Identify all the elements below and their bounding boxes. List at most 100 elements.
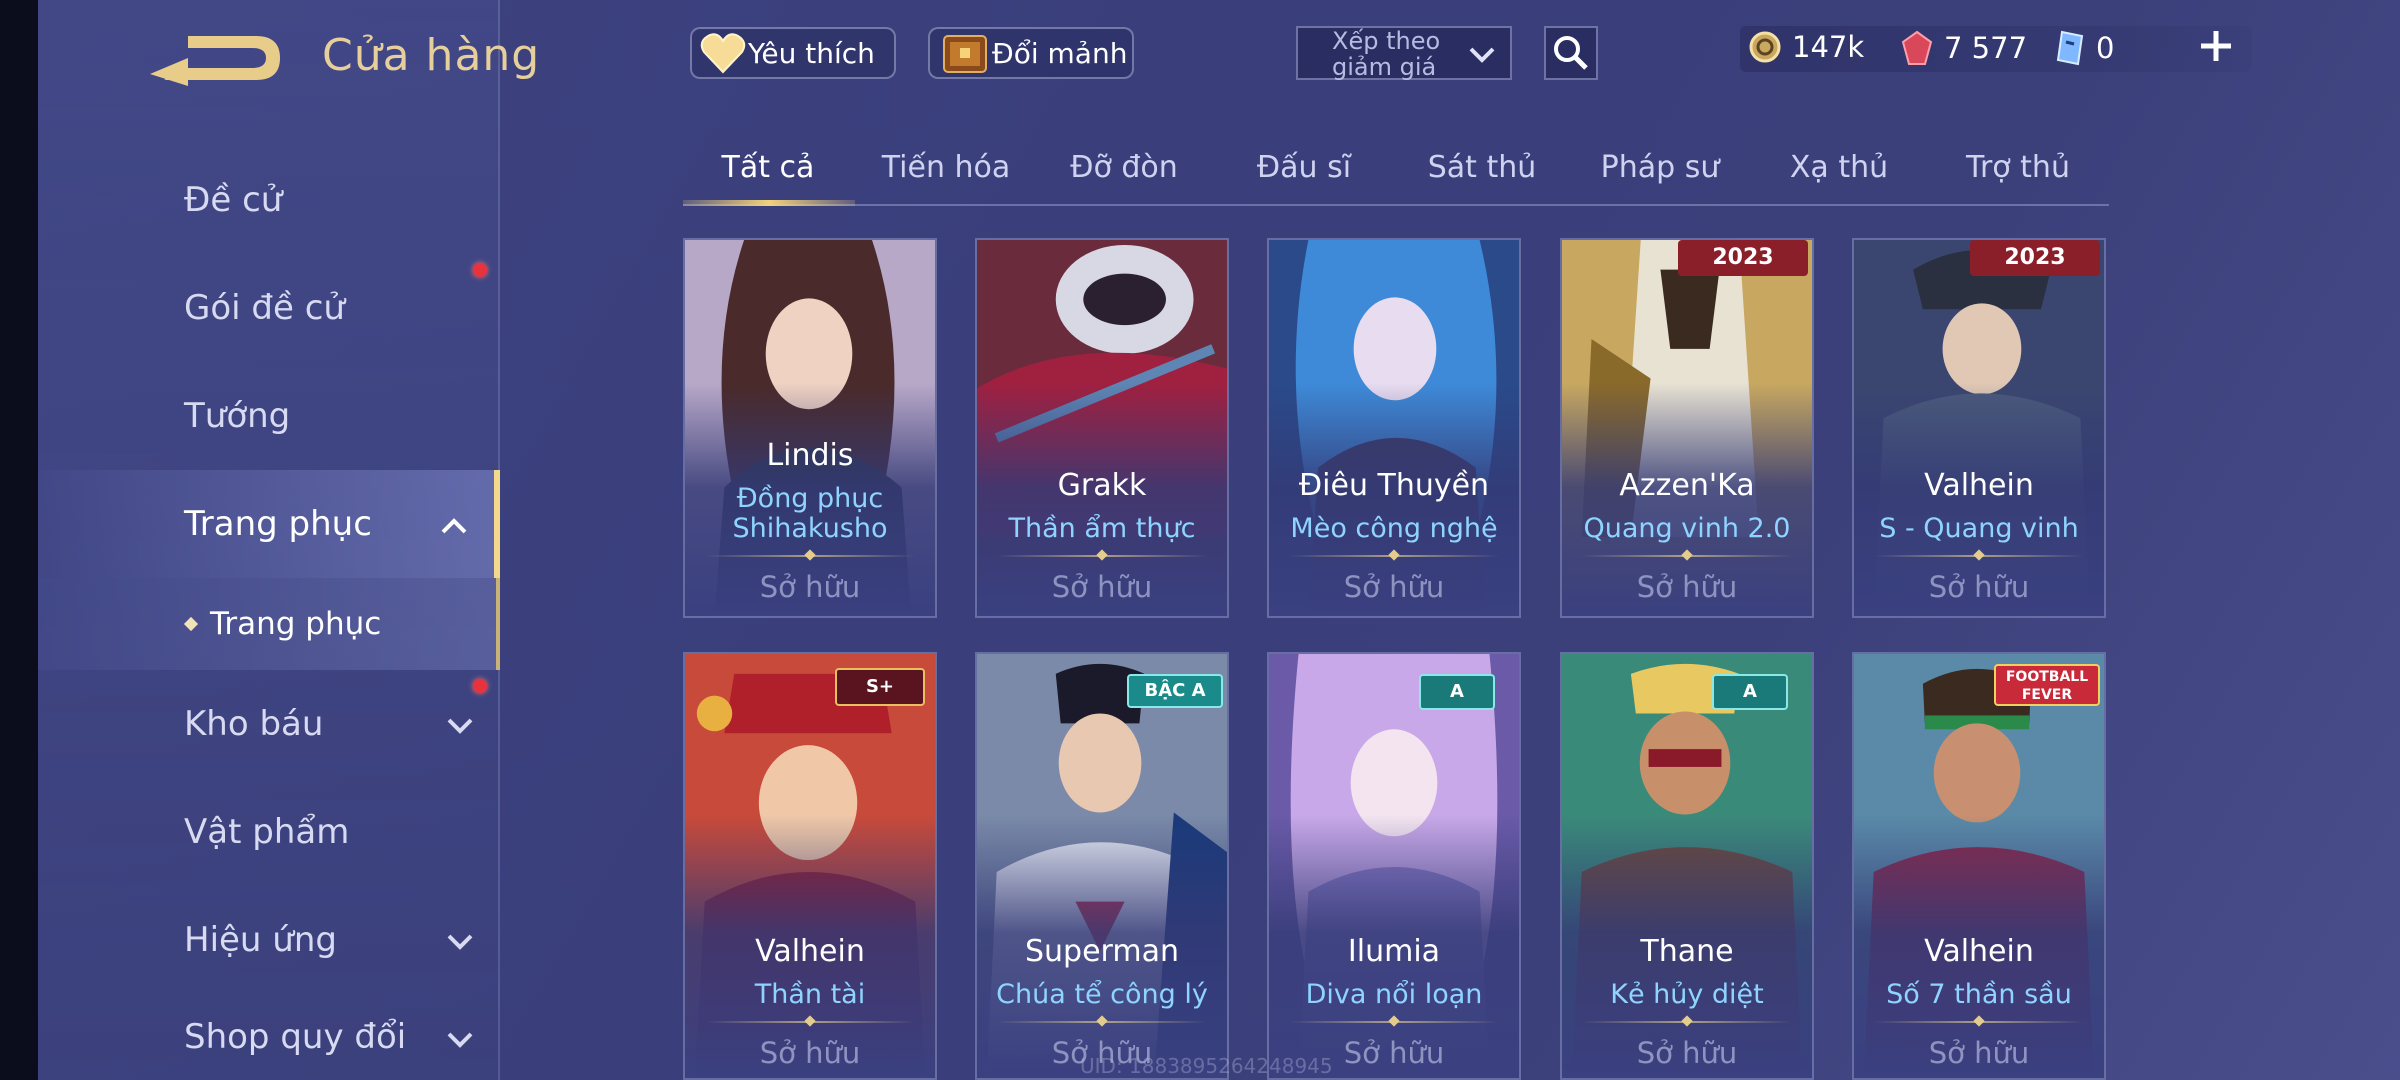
hero-name: Điêu Thuyền (1298, 468, 1490, 503)
skin-name: Mèo công nghệ (1290, 513, 1498, 544)
fragment-chest-icon (943, 35, 987, 73)
hero-name: Azzen'Ka (1619, 468, 1755, 503)
gem-balance: 7 577 (1900, 30, 2027, 66)
notification-dot (473, 263, 487, 277)
skin-card[interactable]: Lindis Đồng phục Shihakusho Sở hữu (683, 238, 937, 618)
tab-fighter[interactable]: Đấu sĩ (1219, 150, 1389, 185)
category-tabs: Tất cả Tiến hóa Đỡ đòn Đấu sĩ Sát thủ Ph… (683, 140, 2109, 206)
event-badge: 2023 (1678, 240, 1808, 276)
sidebar-item-label: Hiệu ứng (184, 920, 337, 960)
tab-all[interactable]: Tất cả (683, 150, 853, 185)
tab-assassin[interactable]: Sát thủ (1397, 150, 1567, 185)
sidebar-item-exchange-shop[interactable]: Shop quy đổi (38, 994, 500, 1080)
tier-badge: BẬC A (1127, 674, 1223, 708)
sidebar-item-label: Shop quy đổi (184, 1017, 407, 1057)
bullet-icon (183, 616, 199, 632)
search-icon (1554, 36, 1588, 70)
tier-badge: A (1419, 674, 1495, 710)
skin-name: Thần tài (754, 979, 866, 1010)
skin-name: Chúa tể công lý (996, 979, 1208, 1010)
sidebar-item-label: Gói đề cử (184, 288, 345, 328)
blue-voucher-icon (2056, 30, 2084, 66)
chevron-up-icon (441, 518, 467, 534)
sidebar-item-recommended[interactable]: Đề cử (38, 146, 500, 254)
skin-name-line1: Đồng phục (736, 483, 884, 514)
skin-name: Kẻ hủy diệt (1610, 979, 1764, 1010)
tab-marksman[interactable]: Xạ thủ (1754, 150, 1924, 185)
skin-card[interactable]: Điêu Thuyền Mèo công nghệ Sở hữu (1267, 238, 1521, 618)
sidebar-item-skins[interactable]: Trang phục (38, 470, 500, 578)
skin-name: Số 7 thần sầu (1886, 979, 2072, 1010)
sidebar-item-treasure[interactable]: Kho báu (38, 670, 500, 778)
sidebar-item-effects[interactable]: Hiệu ứng (38, 886, 500, 994)
tab-support[interactable]: Trợ thủ (1933, 150, 2103, 185)
favorite-label: Yêu thích (748, 36, 875, 70)
owned-status: Sở hữu (1928, 570, 2030, 604)
sidebar-item-items[interactable]: Vật phẩm (38, 778, 500, 886)
gem-value: 7 577 (1944, 31, 2028, 65)
active-tab-indicator (683, 200, 855, 206)
favorite-button[interactable]: Yêu thích (690, 27, 896, 79)
tab-tank[interactable]: Đỡ đòn (1039, 150, 1209, 185)
event-badge: 2023 (1970, 240, 2100, 276)
skin-card[interactable]: A Thane Kẻ hủy diệt Sở hữu (1560, 652, 1814, 1080)
exchange-label: Đổi mảnh (992, 36, 1128, 70)
tab-mage[interactable]: Pháp sư (1575, 150, 1745, 185)
sort-dropdown[interactable]: Xếp theo giảm giá (1296, 26, 1512, 80)
sidebar-item-heroes[interactable]: Tướng (38, 362, 500, 470)
owned-status: Sở hữu (1051, 570, 1153, 604)
back-button[interactable] (148, 28, 288, 88)
add-currency-button[interactable] (2198, 28, 2234, 64)
gold-balance: 147k (1748, 30, 1864, 64)
sidebar-item-label: Trang phục (184, 504, 372, 544)
chevron-down-icon (447, 934, 473, 950)
hero-name: Superman (1025, 934, 1179, 969)
skin-card[interactable]: BẬC A Superman Chúa tể công lý Sở hữu (975, 652, 1229, 1080)
hero-name: Thane (1640, 934, 1734, 969)
sidebar-item-label: Đề cử (184, 180, 283, 220)
tab-evolution[interactable]: Tiến hóa (861, 150, 1031, 185)
skin-card[interactable]: S+ Valhein Thần tài Sở hữu (683, 652, 937, 1080)
gold-value: 147k (1792, 30, 1865, 64)
skin-name: Diva nổi loạn (1305, 979, 1483, 1010)
sidebar-subitem-label: Trang phục (210, 606, 382, 642)
hero-name: Valhein (755, 934, 865, 969)
sidebar-subitem-skins[interactable]: Trang phục (38, 578, 500, 670)
hero-name: Ilumia (1347, 934, 1441, 969)
hero-name: Grakk (1057, 468, 1147, 503)
page-title: Cửa hàng (322, 30, 541, 81)
back-arrow-icon (150, 36, 280, 86)
skin-name: S - Quang vinh (1879, 513, 2079, 544)
voucher-balance: 0 (2054, 30, 2114, 66)
skin-name-line2: Shihakusho (732, 513, 888, 544)
skin-card[interactable]: Grakk Thần ẩm thực Sở hữu (975, 238, 1229, 618)
red-gem-icon (1901, 30, 1933, 65)
plus-icon (2201, 31, 2231, 61)
sidebar-item-label: Tướng (184, 396, 291, 436)
notification-dot (473, 679, 487, 693)
skin-card[interactable]: FOOTBALL FEVER Valhein Số 7 thần sầu Sở … (1852, 652, 2106, 1080)
screen-edge (0, 0, 38, 1080)
hero-name: Valhein (1924, 934, 2034, 969)
chevron-down-icon (447, 1032, 473, 1048)
skin-card[interactable]: A Ilumia Diva nổi loạn Sở hữu (1267, 652, 1521, 1080)
owned-status: Sở hữu (1636, 570, 1738, 604)
owned-status: Sở hữu (1636, 1036, 1738, 1070)
owned-status: Sở hữu (759, 570, 861, 604)
heart-icon (700, 33, 746, 74)
sidebar-item-label: Kho báu (184, 704, 324, 744)
owned-status: Sở hữu (1343, 570, 1445, 604)
skin-name: Quang vinh 2.0 (1583, 513, 1791, 544)
search-button[interactable] (1544, 26, 1598, 80)
voucher-value: 0 (2096, 31, 2115, 65)
skin-card[interactable]: 2023 Azzen'Ka Quang vinh 2.0 Sở hữu (1560, 238, 1814, 618)
hero-name: Valhein (1924, 468, 2034, 503)
sidebar-item-recommended-bundles[interactable]: Gói đề cử (38, 254, 500, 362)
owned-status: Sở hữu (1928, 1036, 2030, 1070)
skin-card[interactable]: 2023 Valhein S - Quang vinh Sở hữu (1852, 238, 2106, 618)
chevron-down-icon (1469, 47, 1495, 63)
tier-badge: S+ (835, 668, 925, 706)
exchange-fragments-button[interactable]: Đổi mảnh (928, 27, 1134, 79)
uid-watermark: UID: 1883895264248945 (1080, 1054, 1333, 1078)
owned-status: Sở hữu (759, 1036, 861, 1070)
